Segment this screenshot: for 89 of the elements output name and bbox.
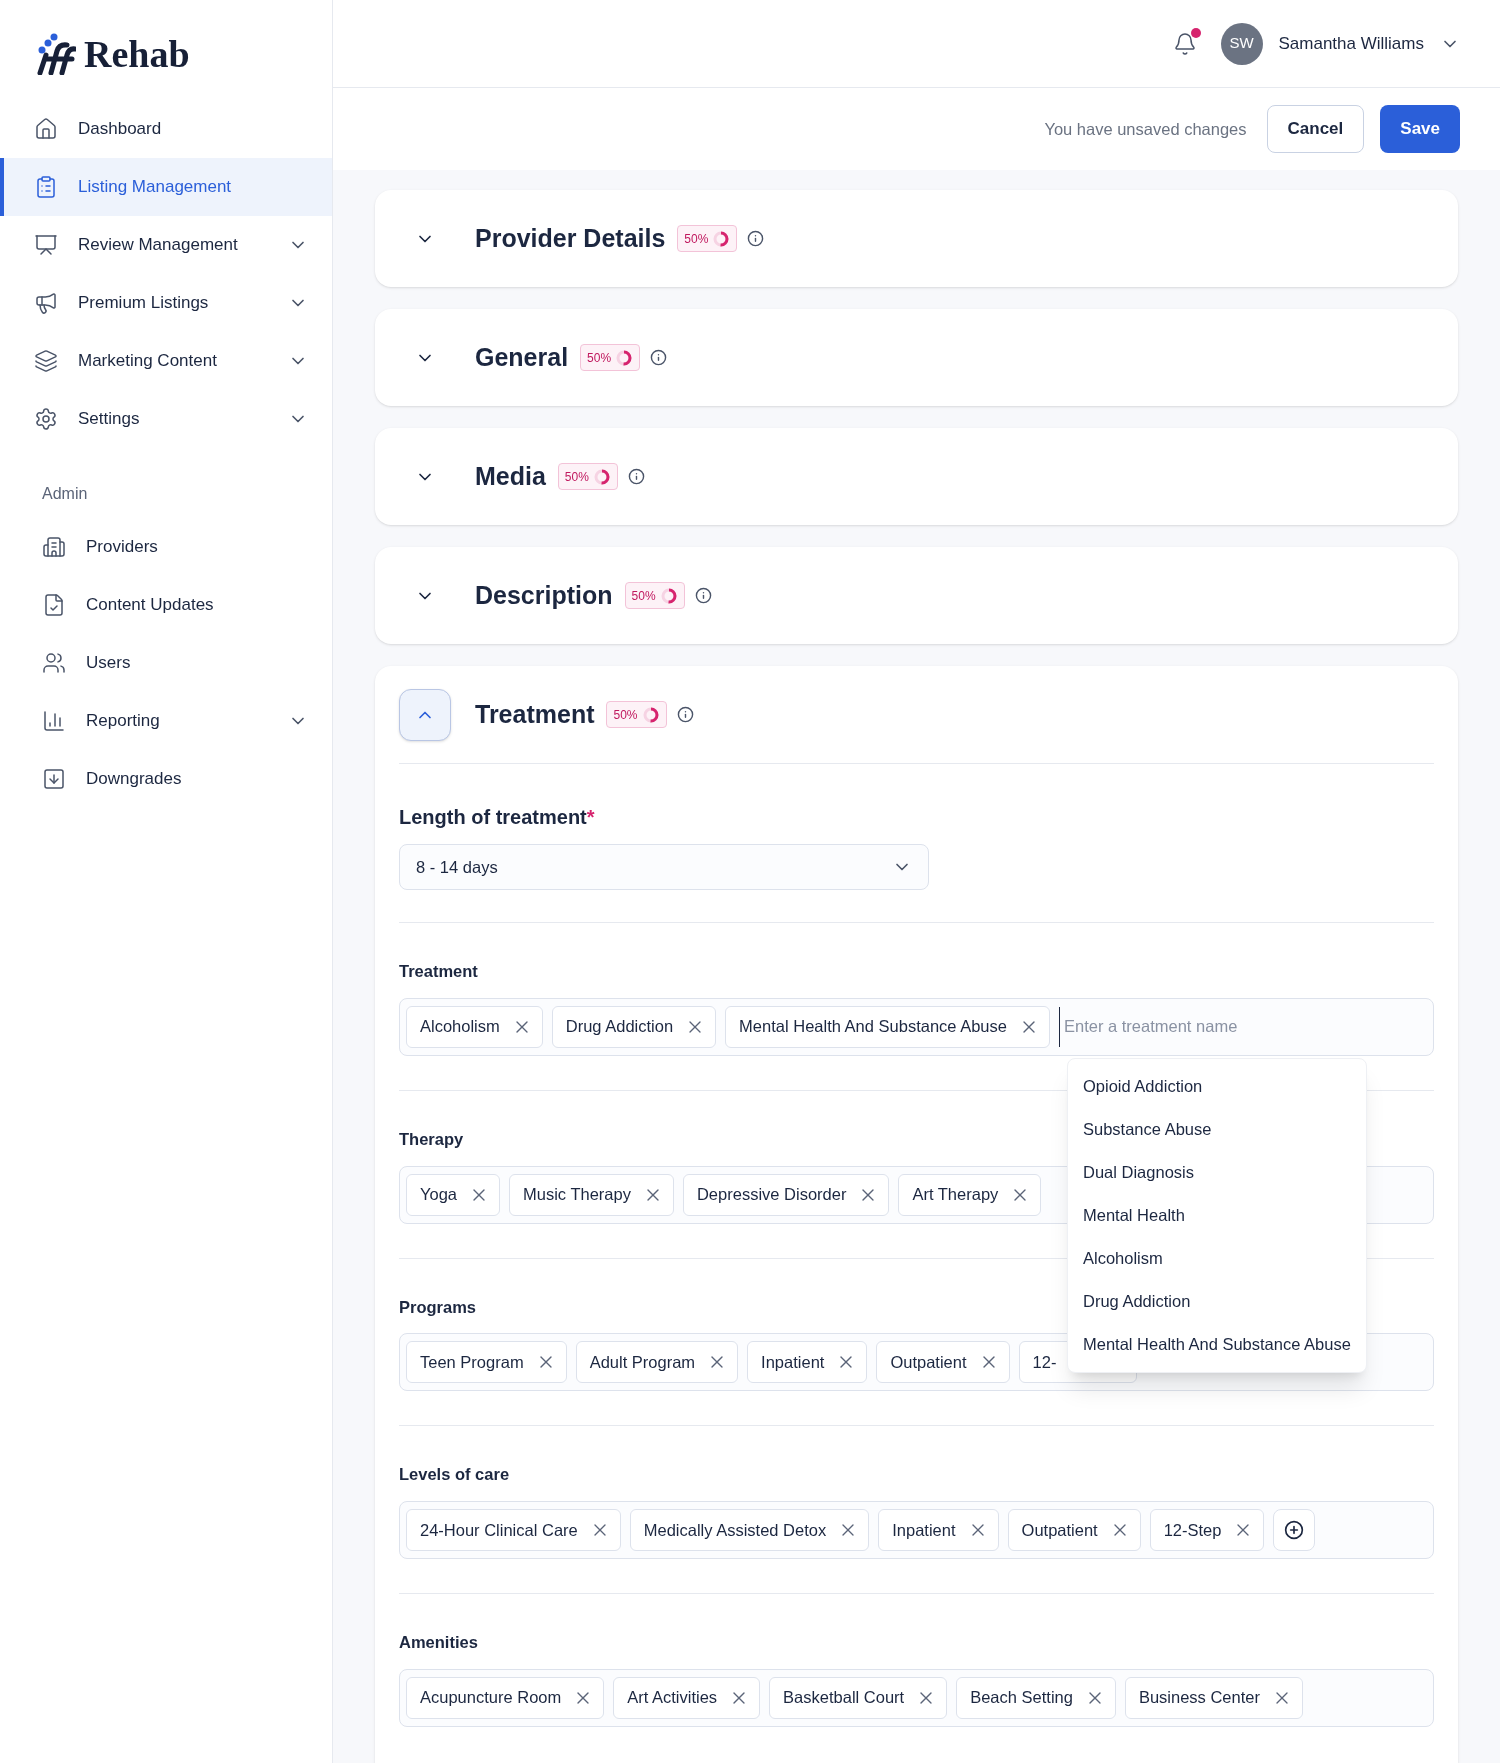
length-select[interactable]: 8 - 14 days [399,844,929,890]
tag-chip: Art Therapy [898,1173,1042,1216]
tag-chip: Basketball Court [769,1676,948,1719]
sidebar-item[interactable]: Downgrades [0,750,332,808]
progress-ring-icon [641,705,660,724]
tag-chip: Music Therapy [509,1173,674,1216]
tag-chip: Outpatient [1007,1509,1141,1551]
progress-badge: 50% [557,463,618,490]
field-label: Length of treatment* [399,805,595,830]
progress-badge: 50% [606,701,667,728]
tag-chip: Art Activities [613,1676,761,1719]
field-label: Levels of care [399,1464,510,1486]
suggestion-item[interactable]: Drug Addiction [1068,1279,1366,1323]
field-label: Therapy [399,1128,464,1150]
progress-badge: 50% [677,225,738,252]
megaphone-icon [34,291,58,315]
layers-icon [34,349,58,373]
tag-input-field[interactable]: Alcoholism Drug Addiction Mental Health And Substance Abuse Enter a treatment name [399,997,1434,1056]
progress-ring-icon [712,229,731,248]
sidebar-item[interactable]: Settings [0,390,332,448]
house-icon [34,117,58,141]
gear-icon [34,407,58,431]
info-icon[interactable] [627,468,645,485]
file-check-icon [42,593,66,617]
section-heading: Admin [41,484,89,504]
tag-chip: Drug Addiction [551,1005,717,1048]
info-icon[interactable] [650,349,668,366]
info-icon[interactable] [747,230,765,247]
sidebar-item[interactable]: Review Management [0,216,332,274]
sidebar-item[interactable]: Listing Management [0,158,332,216]
progress-ring-icon [659,586,678,605]
building-icon [42,535,66,559]
field-label: Programs [399,1296,477,1318]
sidebar-item[interactable]: Content Updates [0,576,332,634]
tag-input-field[interactable]: Acupuncture Room Art Activities Basketball Court Beach Setting Business Center [399,1668,1434,1727]
checklist-icon [34,175,58,199]
tag-chip: Yoga [406,1173,501,1216]
suggestion-item[interactable]: Opioid Addiction [1068,1064,1366,1108]
section-title: Treatment [475,698,595,730]
progress-badge: 50% [624,582,685,609]
section-title: General [475,341,569,373]
tag-chip: Adult Program [575,1341,739,1384]
suggestion-item[interactable]: Alcoholism [1068,1236,1366,1280]
tag-chip: Outpatient [876,1341,1010,1384]
user-avatar[interactable]: SW [1220,22,1263,65]
tag-chip: Inpatient [747,1341,868,1384]
tag-chip: Inpatient [878,1509,999,1551]
field-label: Treatment [399,961,478,982]
progress-ring-icon [615,348,634,367]
tag-chip: Teen Program [406,1341,567,1384]
tag-chip: Business Center [1124,1676,1303,1719]
bar-chart-icon [42,709,66,733]
logo-icon [34,33,76,75]
progress-badge: 50% [580,344,641,371]
users-icon [42,651,66,675]
tag-chip: 24-Hour Clinical Care [406,1509,621,1551]
tag-chip: 12-Step [1149,1509,1265,1551]
section-title: Provider Details [475,222,666,254]
notification-bell-icon[interactable] [1172,31,1197,56]
tag-chip: Acupuncture Room [406,1676,605,1719]
sidebar-item[interactable]: Premium Listings [0,274,332,332]
sidebar-item[interactable]: Users [0,634,332,692]
suggestion-item[interactable]: Substance Abuse [1068,1107,1366,1151]
info-icon[interactable] [694,587,712,604]
sidebar-item[interactable]: Marketing Content [0,332,332,390]
tag-chip: Alcoholism [406,1005,543,1048]
download-icon [42,767,66,791]
tag-chip: Beach Setting [956,1676,1116,1719]
field-label: Amenities [399,1632,478,1653]
tag-chip: Mental Health And Substance Abuse [725,1005,1050,1048]
unsaved-message: You have unsaved changes [1044,118,1247,140]
section-title: Media [475,460,546,492]
save-button[interactable]: Save [1380,105,1460,153]
sidebar-item[interactable]: Providers [0,518,332,576]
treatment-search-input[interactable]: Enter a treatment name [1058,1006,1427,1047]
section-title: Description [475,579,613,611]
user-name[interactable]: Samantha Williams [1278,30,1424,57]
cancel-button[interactable]: Cancel [1266,105,1365,153]
info-icon[interactable] [676,706,694,723]
brand-name: Rehab [84,31,190,77]
tag-chip: Depressive Disorder [682,1173,890,1216]
tag-input-field[interactable]: 24-Hour Clinical Care Medically Assisted Detox Inpatient Outpatient 12-Step [399,1501,1434,1559]
presentation-icon [34,233,58,257]
progress-ring-icon [592,467,611,486]
add-button[interactable] [1273,1509,1316,1551]
sidebar-item[interactable]: Dashboard [0,100,332,158]
tag-chip: Medically Assisted Detox [629,1509,870,1551]
plus-circle-icon [1284,1520,1305,1540]
sidebar-item[interactable]: Reporting [0,692,332,750]
